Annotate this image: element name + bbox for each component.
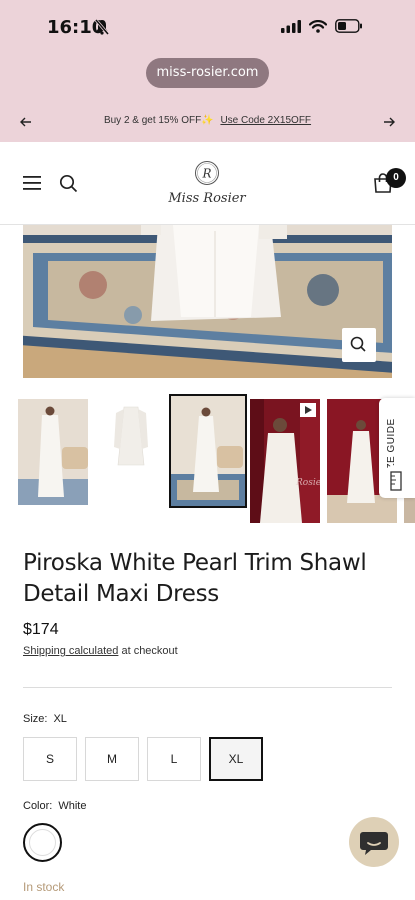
thumbnail-strip: Rosier <box>0 394 415 526</box>
chat-bubble-icon <box>360 832 388 855</box>
logo-monogram: R <box>201 167 211 181</box>
battery-icon <box>335 19 362 33</box>
color-option-label: Color: White <box>23 800 86 812</box>
thumbnail-image <box>102 399 160 505</box>
promo-code[interactable]: Use Code 2X15OFF <box>220 115 311 126</box>
size-button-m[interactable]: M <box>85 737 139 781</box>
color-selected-value: White <box>58 800 87 812</box>
product-price: $174 <box>23 621 59 638</box>
size-button-s[interactable]: S <box>23 737 77 781</box>
ruler-icon <box>390 471 402 491</box>
sparkle-icon: ✨ <box>201 115 214 126</box>
thumbnail-2[interactable] <box>102 399 160 505</box>
promo-text: Buy 2 & get 15% OFF <box>103 115 202 126</box>
shipping-suffix: at checkout <box>118 645 178 657</box>
thumbnail-image <box>171 396 245 506</box>
thumbnail-1[interactable] <box>18 399 88 505</box>
size-option-label: Size: XL <box>23 713 67 725</box>
size-label: Size: <box>23 713 48 725</box>
status-icons <box>281 19 363 33</box>
color-label: Color: <box>23 800 53 812</box>
address-bar[interactable]: miss-rosier.com <box>146 58 269 88</box>
size-selected-value: XL <box>53 713 67 725</box>
ruler-button[interactable] <box>381 465 411 497</box>
arrow-right-icon[interactable] <box>379 112 399 132</box>
cart-count-badge[interactable]: 0 <box>386 168 406 188</box>
site-header: R Miss Rosier <box>0 142 415 225</box>
thumbnail-4-video[interactable]: Rosier <box>250 399 320 523</box>
announcement-bar: Buy 2 & get 15% OFF✨ Use Code 2X15OFF <box>0 102 415 142</box>
cellular-signal-icon <box>281 19 301 33</box>
logo-text: Miss Rosier <box>168 191 246 206</box>
product-title: Piroska White Pearl Trim Shawl Detail Ma… <box>23 550 367 607</box>
search-icon[interactable] <box>59 174 78 193</box>
product-photo <box>23 225 392 378</box>
thumbnail-image <box>18 399 88 505</box>
thumbnail-3[interactable] <box>169 394 247 508</box>
svg-text:Rosier: Rosier <box>295 478 320 488</box>
shipping-link[interactable]: Shipping calculated <box>23 645 118 657</box>
bell-muted-icon <box>94 19 110 35</box>
product-main-image[interactable] <box>23 225 392 378</box>
shipping-note: Shipping calculated at checkout <box>23 645 178 657</box>
hamburger-menu-icon[interactable] <box>23 176 41 190</box>
chat-button[interactable] <box>349 817 399 867</box>
thumbnail-image: Rosier <box>250 399 320 523</box>
size-button-l[interactable]: L <box>147 737 201 781</box>
wifi-icon <box>309 19 327 33</box>
announcement-text[interactable]: Buy 2 & get 15% OFF✨ Use Code 2X15OFF <box>0 115 415 126</box>
stock-status: In stock <box>23 880 65 894</box>
brand-logo[interactable]: R Miss Rosier <box>164 160 250 210</box>
color-swatch-white[interactable] <box>23 823 62 862</box>
browser-chrome: 16:10 miss-rosier.com <box>0 0 415 102</box>
zoom-button[interactable] <box>342 328 376 362</box>
swatch-fill <box>29 829 56 856</box>
zoom-search-icon <box>350 336 366 352</box>
divider <box>23 687 392 688</box>
logo-emblem: R <box>195 161 219 185</box>
size-button-xl[interactable]: XL <box>209 737 263 781</box>
